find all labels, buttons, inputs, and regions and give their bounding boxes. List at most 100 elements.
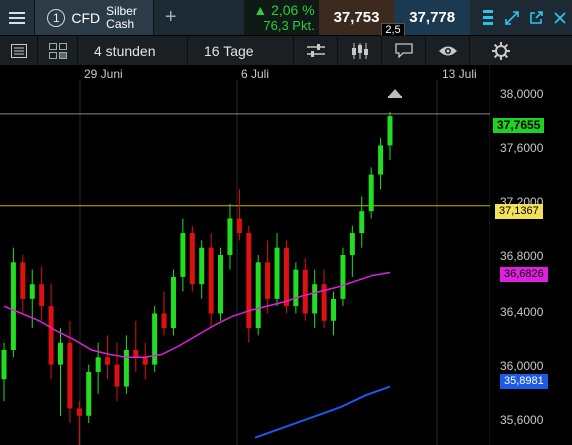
popout-icon bbox=[530, 10, 543, 24]
candle-body bbox=[39, 284, 45, 307]
candle-body bbox=[283, 247, 289, 307]
candle-body bbox=[199, 247, 205, 285]
timeframe-select[interactable]: 4 stunden bbox=[78, 36, 188, 65]
y-tick-label: 35,6000 bbox=[500, 413, 544, 427]
tab-instrument-name: Silber Cash bbox=[106, 3, 137, 31]
x-tick-label: 29 Juni bbox=[84, 67, 123, 81]
candle-body bbox=[10, 262, 16, 350]
candle-body bbox=[265, 262, 271, 299]
y-tick-label: 37,6000 bbox=[500, 141, 544, 155]
y-tick-label: 36,8000 bbox=[500, 249, 544, 263]
gear-icon bbox=[492, 41, 510, 60]
buy-price-button[interactable]: 37,778 bbox=[394, 0, 470, 35]
x-tick-label: 6 Juli bbox=[241, 67, 270, 81]
candle-body bbox=[86, 371, 92, 416]
expand-button[interactable] bbox=[500, 0, 524, 35]
visibility-button[interactable] bbox=[426, 36, 470, 65]
candle-body bbox=[161, 313, 167, 329]
candle-body bbox=[133, 350, 139, 358]
candle-body bbox=[76, 408, 82, 416]
candle-body bbox=[293, 269, 299, 307]
candle-body bbox=[246, 233, 252, 329]
depth-bars-icon bbox=[483, 9, 493, 25]
price-change: ▲ 2,06 % 76,3 Pkt. bbox=[243, 0, 319, 35]
candle-body bbox=[189, 233, 195, 285]
candle-body bbox=[208, 247, 214, 314]
hamburger-menu-icon bbox=[9, 11, 26, 24]
candle-body bbox=[123, 350, 129, 387]
sliders-icon bbox=[306, 43, 325, 57]
candlestick-icon bbox=[351, 42, 368, 59]
instrument-tab[interactable]: 1 CFD Silber Cash bbox=[35, 0, 154, 35]
change-points: 76,3 Pkt. bbox=[263, 17, 315, 33]
y-tick-label: 36,0000 bbox=[500, 359, 544, 373]
candle-body bbox=[302, 269, 308, 314]
ma2-value-tag: 35,8981 bbox=[500, 374, 548, 389]
chart-canvas[interactable] bbox=[0, 65, 572, 445]
ma1-value-tag: 36,6826 bbox=[500, 267, 548, 282]
chart-toolbar: 4 stunden 16 Tage bbox=[0, 36, 572, 65]
candle-body bbox=[227, 218, 233, 255]
candle-body bbox=[331, 298, 337, 321]
settings-button[interactable] bbox=[470, 36, 532, 65]
candle-body bbox=[152, 313, 158, 365]
popout-button[interactable] bbox=[524, 0, 548, 35]
candle-body bbox=[255, 262, 261, 329]
change-percent: ▲ 2,06 % bbox=[253, 1, 315, 18]
close-icon bbox=[554, 11, 566, 24]
window-controls bbox=[470, 0, 572, 35]
tab-instrument-name-line1: Silber bbox=[106, 3, 137, 18]
speech-bubble-icon bbox=[394, 43, 413, 58]
candle-body bbox=[67, 342, 73, 409]
marker-base bbox=[388, 96, 402, 98]
tab-number-badge: 1 bbox=[47, 8, 66, 27]
tab-spacer bbox=[188, 0, 244, 35]
candle-body bbox=[180, 233, 186, 277]
top-bar: 1 CFD Silber Cash + ▲ 2,06 % 76,3 Pkt. 3… bbox=[0, 0, 572, 35]
candle-body bbox=[48, 306, 54, 365]
layout-button[interactable] bbox=[38, 36, 78, 65]
candle-body bbox=[114, 364, 120, 387]
list-view-button[interactable] bbox=[0, 36, 38, 65]
candle-body bbox=[29, 284, 35, 299]
spread-badge: 2,5 bbox=[381, 23, 405, 37]
tab-instrument-name-line2: Cash bbox=[106, 16, 135, 31]
menu-button[interactable] bbox=[0, 0, 36, 35]
horizontal-level-tag: 37,1367 bbox=[495, 204, 543, 219]
candle-body bbox=[340, 255, 346, 299]
candle-body bbox=[142, 357, 148, 365]
candle-body bbox=[312, 284, 318, 314]
candle-body bbox=[387, 116, 393, 146]
indicators-button[interactable] bbox=[294, 36, 338, 65]
add-tab-button[interactable]: + bbox=[154, 0, 188, 35]
range-select[interactable]: 16 Tage bbox=[188, 36, 294, 65]
candle-body bbox=[359, 211, 365, 234]
expand-icon bbox=[505, 10, 519, 25]
candle-body bbox=[20, 262, 26, 299]
candle-body bbox=[349, 233, 355, 255]
close-button[interactable] bbox=[548, 0, 572, 35]
grid-layout-icon bbox=[48, 42, 67, 59]
candle-body bbox=[57, 342, 63, 365]
candle-body bbox=[1, 350, 7, 380]
chart-type-button[interactable] bbox=[338, 36, 382, 65]
candle-body bbox=[368, 174, 374, 212]
depth-toggle-button[interactable] bbox=[476, 0, 500, 35]
x-tick-label: 13 Juli bbox=[442, 67, 477, 81]
y-tick-label: 36,4000 bbox=[500, 305, 544, 319]
tab-instrument-type: CFD bbox=[71, 9, 101, 26]
comments-button[interactable] bbox=[382, 36, 426, 65]
candle-body bbox=[170, 276, 176, 329]
candle-body bbox=[218, 255, 224, 314]
candle-body bbox=[236, 218, 242, 234]
list-icon bbox=[10, 43, 27, 58]
candle-body bbox=[105, 357, 111, 365]
price-chart[interactable]: 29 Juni 6 Juli 13 Juli 38,0000 37,6000 3… bbox=[0, 65, 572, 445]
y-tick-label: 38,0000 bbox=[500, 87, 544, 101]
marker-icon bbox=[388, 89, 402, 97]
candle-body bbox=[95, 357, 101, 372]
moving-average-line-long bbox=[254, 385, 391, 439]
current-price-tag: 37,7655 bbox=[493, 118, 545, 133]
candle-body bbox=[274, 247, 280, 299]
candle-body bbox=[378, 145, 384, 175]
